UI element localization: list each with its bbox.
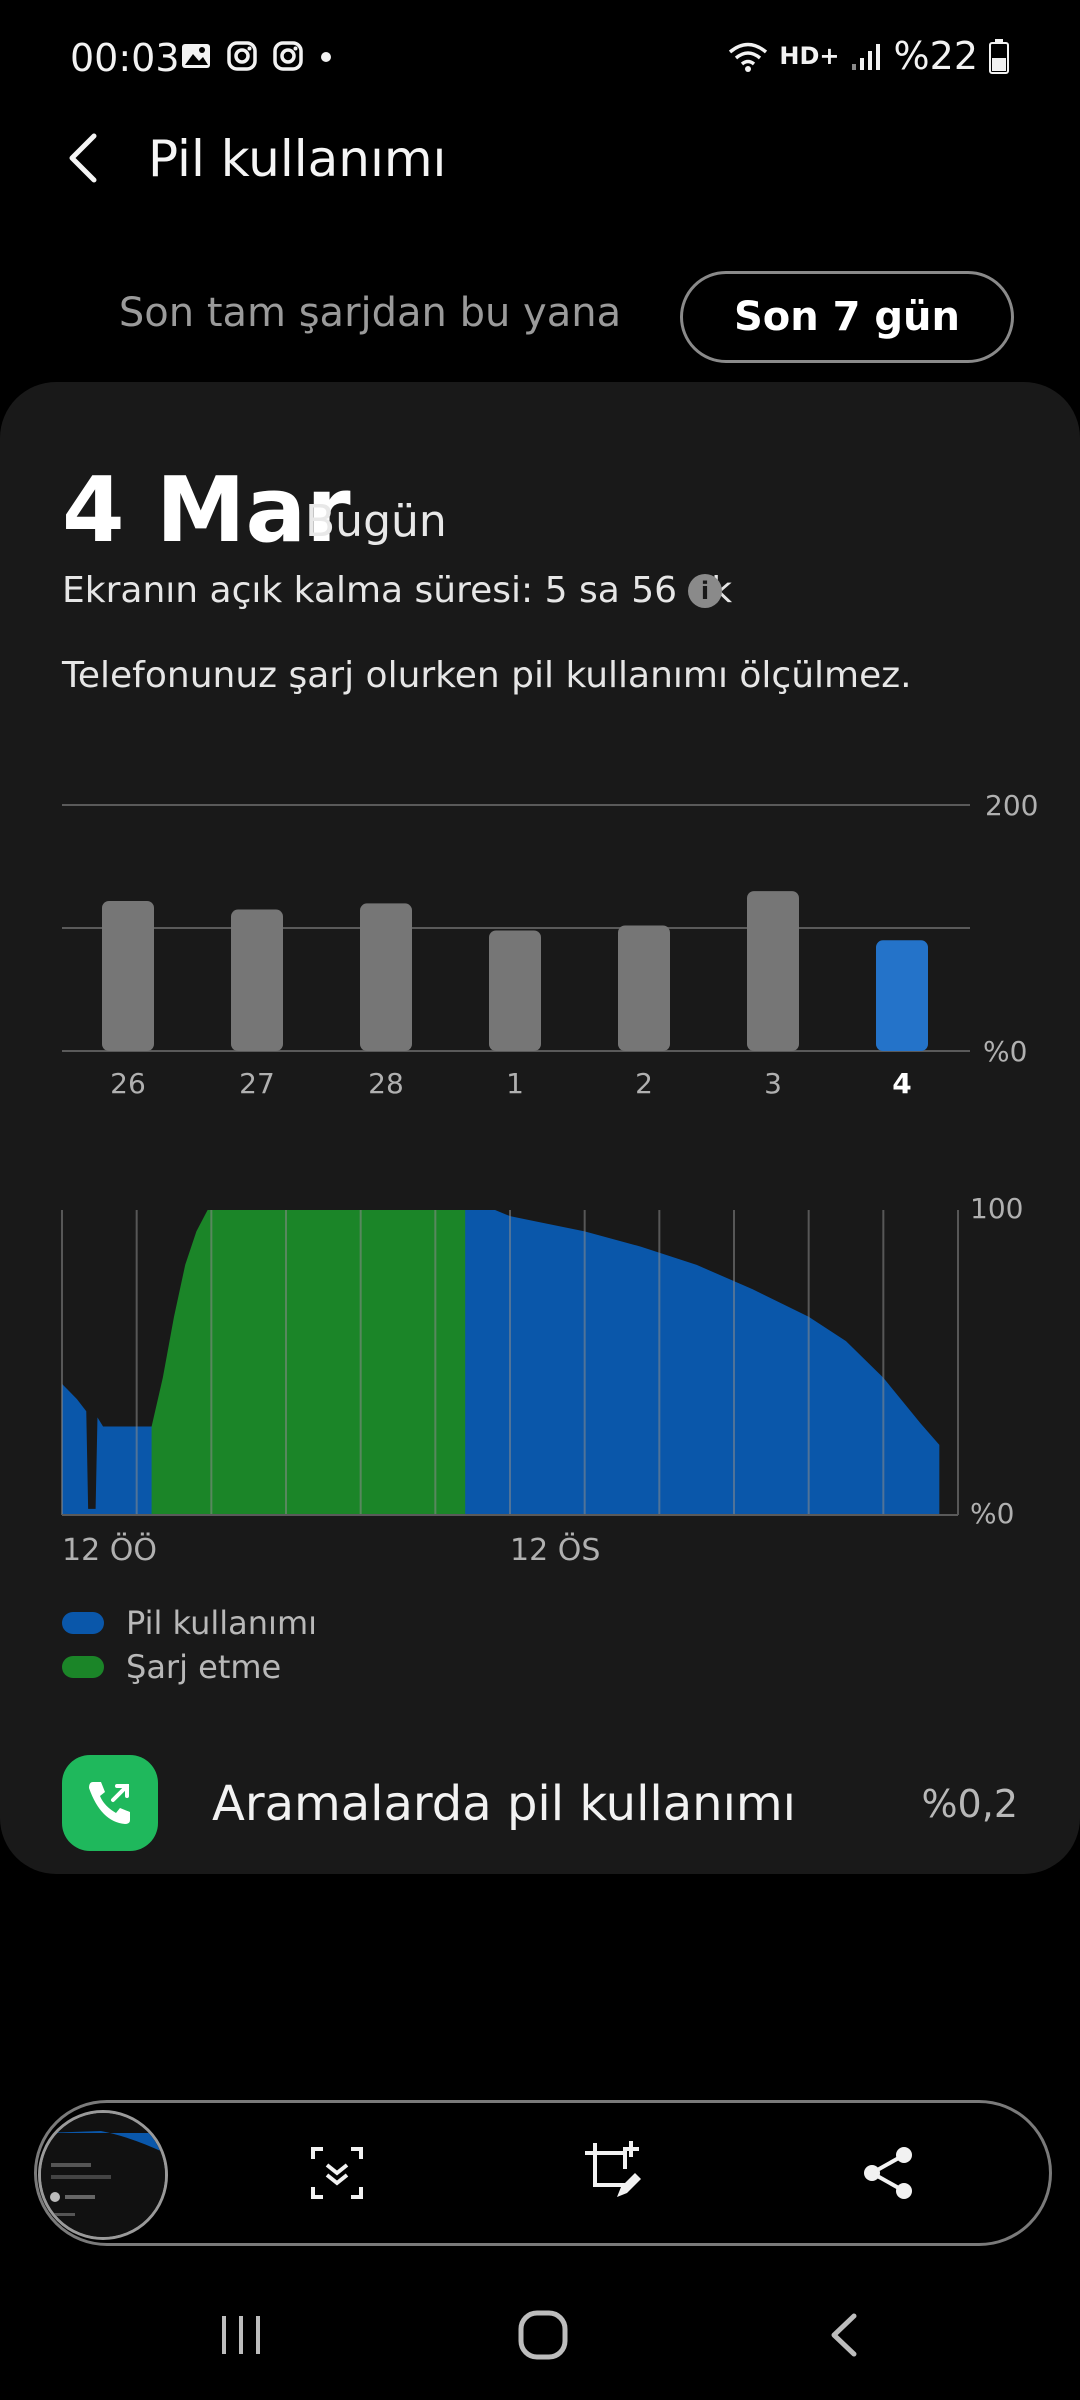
weekly-bar-2[interactable]: [618, 925, 670, 1051]
phone-call-icon: [89, 1782, 130, 1824]
weekly-y-bottom-label: %0: [983, 1035, 1027, 1068]
weekly-day-label: 4: [892, 1067, 911, 1100]
scroll-capture-icon: [311, 2147, 363, 2199]
daily-y-top-label: 100: [970, 1192, 1023, 1225]
weekly-bar-27[interactable]: [231, 909, 283, 1051]
daily-y-bottom-label: %0: [970, 1497, 1014, 1530]
screenshot-thumbnail[interactable]: [38, 2110, 168, 2240]
weekly-day-label: 3: [764, 1067, 782, 1100]
weekly-bar-28[interactable]: [360, 903, 412, 1051]
weekly-day-label: 26: [110, 1067, 146, 1100]
weekly-bar-3[interactable]: [747, 891, 799, 1051]
scroll-capture-button[interactable]: [302, 2138, 372, 2208]
calls-battery-usage-label[interactable]: Aramalarda pil kullanımı: [212, 1776, 796, 1832]
legend-charging: Şarj etme: [62, 1648, 281, 1686]
legend-charging-swatch: [62, 1656, 104, 1678]
weekly-bar-chart: 200 %0 26 27 28 1 2 3 4: [62, 789, 1038, 1100]
legend-charging-label: Şarj etme: [126, 1648, 282, 1686]
legend-usage-label: Pil kullanımı: [126, 1604, 317, 1642]
home-button[interactable]: [498, 2290, 588, 2380]
edit-screenshot-button[interactable]: [578, 2136, 648, 2206]
weekly-day-label: 1: [506, 1067, 524, 1100]
nav-back-button[interactable]: [800, 2290, 890, 2380]
weekly-day-label: 2: [635, 1067, 653, 1100]
weekly-y-top-label: 200: [985, 789, 1038, 822]
daily-x-noon-label: 12 ÖS: [510, 1532, 600, 1568]
legend-usage: Pil kullanımı: [62, 1604, 317, 1642]
recent-apps-icon: [222, 2316, 260, 2354]
legend-usage-swatch: [62, 1612, 104, 1634]
nav-back-icon: [831, 2313, 857, 2357]
calls-battery-usage-value: %0,2: [921, 1782, 1018, 1826]
share-icon: [864, 2147, 912, 2199]
home-icon: [518, 2310, 568, 2360]
crop-edit-icon: [585, 2141, 641, 2197]
screenshot-preview: [41, 2113, 165, 2237]
daily-area-chart: 100 %0 12 ÖÖ 12 ÖS: [61, 1192, 1023, 1568]
share-button[interactable]: [853, 2138, 923, 2208]
recent-apps-button[interactable]: [196, 2290, 286, 2380]
weekly-day-label: 27: [239, 1067, 275, 1100]
charging-area: [151, 1210, 466, 1515]
battery-charts: 200 %0 26 27 28 1 2 3 4 100 %0 12 ÖÖ 12 ÖS: [61, 789, 1038, 1568]
call-app-icon[interactable]: [62, 1755, 158, 1851]
daily-x-start-label: 12 ÖÖ: [62, 1532, 157, 1568]
weekly-day-label: 28: [368, 1067, 404, 1100]
weekly-bar-4[interactable]: [876, 940, 928, 1051]
weekly-bar-26[interactable]: [102, 900, 154, 1051]
weekly-bar-1[interactable]: [489, 930, 541, 1051]
